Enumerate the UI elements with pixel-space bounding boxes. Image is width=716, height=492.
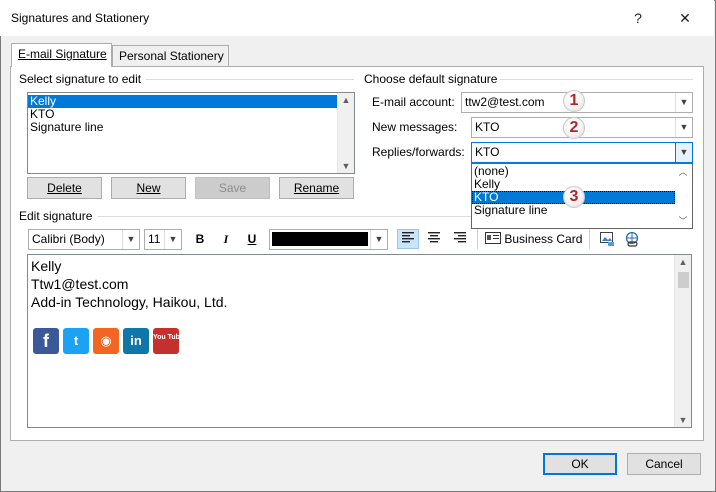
picture-icon — [600, 232, 614, 246]
scroll-down-icon[interactable]: ﹀ — [675, 214, 691, 227]
new-button[interactable]: New — [111, 177, 186, 199]
toolbar-separator — [477, 229, 478, 249]
font-color-select[interactable]: ▼ — [269, 229, 388, 250]
business-card-label: Business Card — [504, 232, 583, 246]
font-size-value: 11 — [148, 232, 161, 246]
font-name-select[interactable]: Calibri (Body) ▼ — [28, 229, 140, 250]
dropdown-option[interactable]: (none) — [472, 165, 675, 178]
title-bar: Signatures and Stationery ? ✕ — [0, 0, 714, 36]
select-signature-heading: Select signature to edit — [19, 72, 142, 86]
replies-forwards-value: KTO — [475, 145, 500, 159]
chevron-down-icon[interactable]: ▼ — [675, 143, 692, 162]
underline-button[interactable]: U — [241, 229, 263, 249]
align-center-button[interactable] — [423, 229, 445, 249]
group-divider — [500, 79, 693, 80]
font-color-swatch — [272, 232, 368, 246]
new-messages-label: New messages: — [372, 120, 458, 134]
email-account-label: E-mail account: — [372, 95, 455, 109]
rename-button-label: Rename — [293, 181, 340, 195]
rss-icon[interactable]: ◉ — [93, 328, 119, 354]
insert-picture-button[interactable] — [596, 229, 618, 249]
replies-forwards-select[interactable]: KTO ▼ — [471, 142, 693, 163]
group-divider — [146, 79, 354, 80]
editor-scrollbar[interactable]: ▲ ▼ — [674, 255, 691, 427]
window-title: Signatures and Stationery — [11, 11, 150, 25]
align-left-button[interactable] — [397, 229, 419, 249]
linkedin-icon[interactable]: in — [123, 328, 149, 354]
toolbar-separator — [589, 229, 590, 249]
align-center-icon — [428, 232, 440, 243]
scroll-thumb[interactable] — [678, 272, 689, 288]
tab-email-signature[interactable]: E-mail Signature — [11, 43, 112, 67]
align-left-icon — [402, 232, 414, 243]
step-badge: 2 — [563, 117, 585, 139]
scroll-down-icon[interactable]: ▼ — [675, 415, 691, 425]
align-right-button[interactable] — [449, 229, 471, 249]
facebook-icon[interactable]: f — [33, 328, 59, 354]
cancel-button[interactable]: Cancel — [627, 453, 701, 475]
step-badge: 3 — [563, 186, 585, 208]
signature-list[interactable]: Kelly KTO Signature line ▲ ▼ — [27, 92, 355, 174]
chevron-down-icon[interactable]: ▼ — [675, 118, 692, 137]
font-name-value: Calibri (Body) — [32, 232, 105, 246]
chevron-down-icon[interactable]: ▼ — [164, 230, 181, 249]
save-button-label: Save — [218, 181, 247, 195]
scroll-down-icon[interactable]: ▼ — [338, 161, 354, 171]
delete-button[interactable]: Delete — [27, 177, 102, 199]
scroll-up-icon[interactable]: ▲ — [675, 257, 691, 267]
save-button[interactable]: Save — [195, 177, 270, 199]
email-account-value: ttw2@test.com — [465, 95, 545, 109]
align-right-icon — [454, 232, 466, 243]
cancel-button-label: Cancel — [645, 457, 683, 471]
ok-button-label: OK — [571, 457, 589, 471]
business-card-icon — [485, 232, 501, 244]
new-messages-value: KTO — [475, 120, 500, 134]
chevron-down-icon[interactable]: ▼ — [122, 230, 139, 249]
signature-editor[interactable]: Kelly Ttw1@test.com Add-in Technology, H… — [27, 254, 692, 428]
chevron-down-icon[interactable]: ▼ — [370, 230, 387, 249]
default-signature-heading: Choose default signature — [364, 72, 498, 86]
ok-button[interactable]: OK — [543, 453, 617, 475]
italic-button[interactable]: I — [215, 229, 237, 249]
scroll-up-icon[interactable]: ▲ — [338, 95, 354, 105]
new-button-label: New — [136, 181, 161, 195]
font-size-select[interactable]: 11 ▼ — [144, 229, 182, 250]
help-button[interactable]: ? — [621, 4, 655, 32]
signature-line-company: Add-in Technology, Haikou, Ltd. — [31, 294, 228, 310]
chevron-down-icon[interactable]: ▼ — [675, 93, 692, 112]
youtube-icon[interactable]: You Tube — [153, 328, 184, 354]
dropdown-scrollbar[interactable]: ︿ ﹀ — [675, 164, 692, 228]
hyperlink-icon — [625, 231, 639, 247]
replies-forwards-label: Replies/forwards: — [372, 145, 465, 159]
step-badge: 1 — [563, 90, 585, 112]
signature-list-scrollbar[interactable]: ▲ ▼ — [337, 93, 354, 173]
signature-line-name: Kelly — [31, 258, 62, 274]
tab-personal-stationery[interactable]: Personal Stationery — [112, 45, 229, 67]
signature-list-item[interactable]: Kelly — [28, 95, 337, 108]
signature-line-email: Ttw1@test.com — [31, 276, 129, 292]
business-card-button[interactable]: Business Card — [485, 229, 585, 249]
rename-button[interactable]: Rename — [279, 177, 354, 199]
close-button[interactable]: ✕ — [668, 4, 702, 32]
bold-button[interactable]: B — [189, 229, 211, 249]
insert-hyperlink-button[interactable] — [621, 229, 643, 249]
scroll-up-icon[interactable]: ︿ — [675, 165, 691, 178]
signature-list-item[interactable]: Signature line — [28, 121, 354, 134]
delete-button-label: Delete — [47, 181, 82, 195]
twitter-icon[interactable]: t — [63, 328, 89, 354]
edit-signature-heading: Edit signature — [19, 209, 93, 223]
tab-personal-stationery-label: Personal Stationery — [119, 49, 224, 63]
tab-email-signature-label: E-mail Signature — [18, 47, 107, 61]
